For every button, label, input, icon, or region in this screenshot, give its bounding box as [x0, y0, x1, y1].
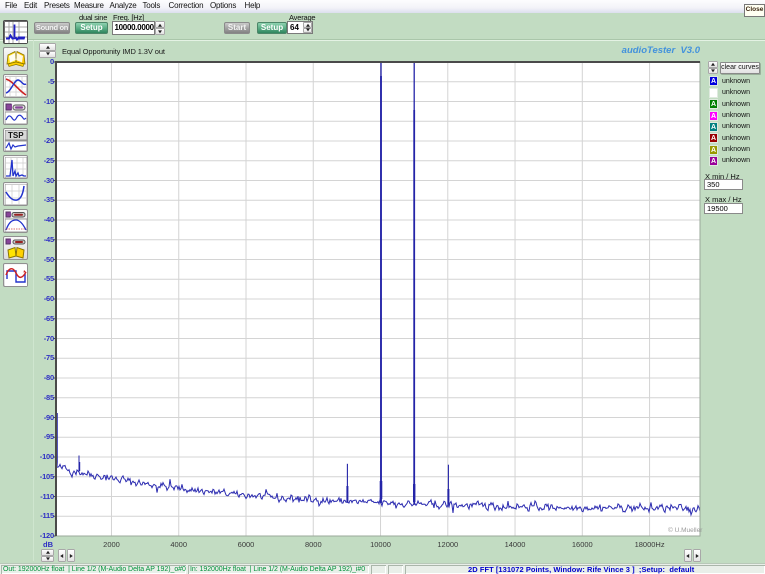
svg-text:© U.Mueller: © U.Mueller	[668, 526, 703, 534]
svg-text:TSP: TSP	[8, 131, 24, 140]
